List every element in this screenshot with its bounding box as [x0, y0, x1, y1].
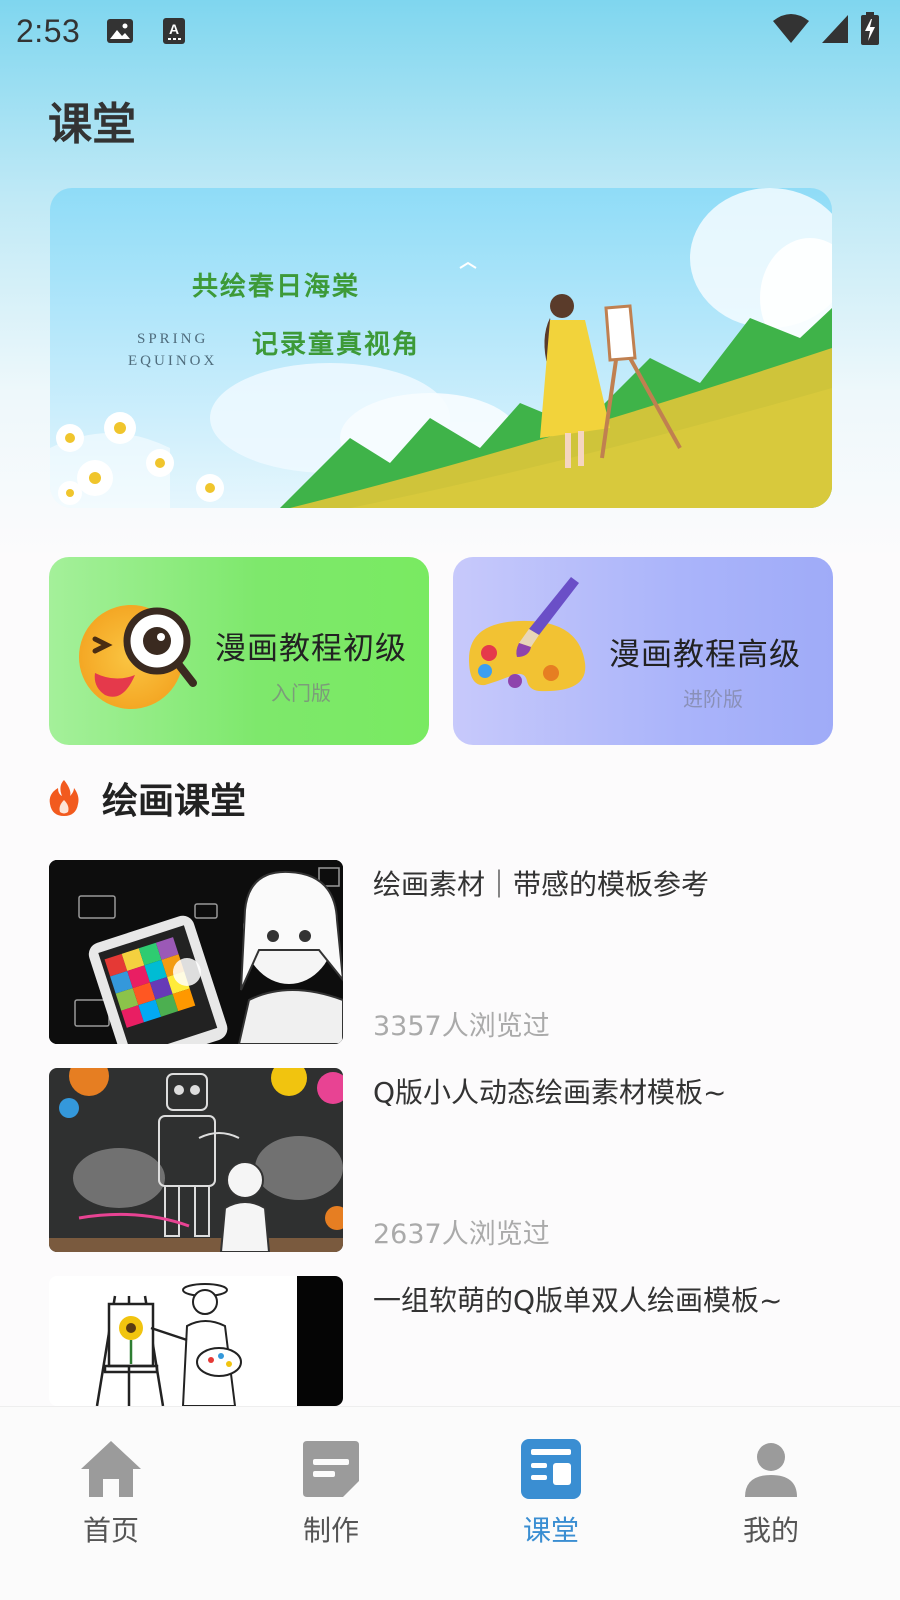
article-item[interactable]: 一组软萌的Q版单双人绘画模板~	[49, 1276, 849, 1406]
nav-profile-label: 我的	[742, 1514, 799, 1547]
classroom-icon	[521, 1439, 581, 1499]
image-notification-icon	[104, 15, 136, 47]
paint-palette-icon	[469, 577, 586, 692]
advanced-course-title: 漫画教程高级	[609, 637, 801, 673]
banner-subheadline: 记录童真视角	[252, 330, 421, 360]
status-indicators	[772, 12, 880, 50]
page-title: 课堂	[48, 99, 136, 150]
nav-create-label: 制作	[302, 1514, 359, 1547]
article-item[interactable]: Q版小人动态绘画素材模板~ 2637人浏览过	[49, 1068, 849, 1252]
article-thumbnail	[49, 860, 343, 1044]
article-thumbnail	[49, 1068, 343, 1252]
status-time: 2:53	[16, 12, 81, 49]
status-bar: 2:53 A	[0, 0, 900, 62]
fire-icon	[49, 780, 79, 816]
banner-headline: 共绘春日海棠	[192, 272, 361, 302]
article-views: 2637人浏览过	[373, 1219, 550, 1250]
keyboard-notification-icon: A	[158, 15, 190, 47]
article-title: 一组软萌的Q版单双人绘画模板~	[373, 1284, 783, 1317]
nav-home[interactable]: 首页	[56, 1437, 166, 1549]
svg-text:A: A	[169, 21, 179, 37]
banner-english-text: SPRING EQUINOX	[128, 331, 218, 369]
create-icon	[303, 1441, 359, 1497]
home-icon	[81, 1441, 141, 1497]
beginner-course-subtitle: 入门版	[271, 681, 331, 705]
section-header: 绘画课堂	[48, 772, 246, 824]
article-views: 3357人浏览过	[373, 1011, 550, 1042]
article-title: 绘画素材｜带感的模板参考	[373, 868, 710, 901]
nav-create[interactable]: 制作	[276, 1437, 386, 1549]
advanced-course-card[interactable]: 漫画教程高级 进阶版	[453, 557, 833, 745]
promo-banner[interactable]: 共绘春日海棠 SPRING EQUINOX 记录童真视角	[50, 188, 832, 508]
advanced-course-subtitle: 进阶版	[683, 687, 743, 711]
beginner-course-title: 漫画教程初级	[215, 631, 407, 667]
nav-classroom-label: 课堂	[522, 1514, 579, 1547]
beginner-course-card[interactable]: 漫画教程初级 入门版	[49, 557, 429, 745]
article-thumbnail	[49, 1276, 343, 1406]
article-title: Q版小人动态绘画素材模板~	[373, 1076, 727, 1109]
nav-profile[interactable]: 我的	[716, 1437, 826, 1549]
section-title: 绘画课堂	[102, 781, 247, 822]
signal-icon	[820, 13, 850, 49]
profile-icon	[745, 1443, 797, 1497]
battery-icon	[860, 12, 880, 50]
bottom-navigation: 首页 制作 课堂 我的	[0, 1406, 900, 1600]
wifi-icon	[772, 13, 810, 49]
nav-home-label: 首页	[82, 1514, 139, 1547]
nav-classroom[interactable]: 课堂	[496, 1437, 606, 1549]
magnifier-emoji-icon	[79, 605, 197, 709]
article-item[interactable]: 绘画素材｜带感的模板参考 3357人浏览过	[49, 860, 849, 1044]
